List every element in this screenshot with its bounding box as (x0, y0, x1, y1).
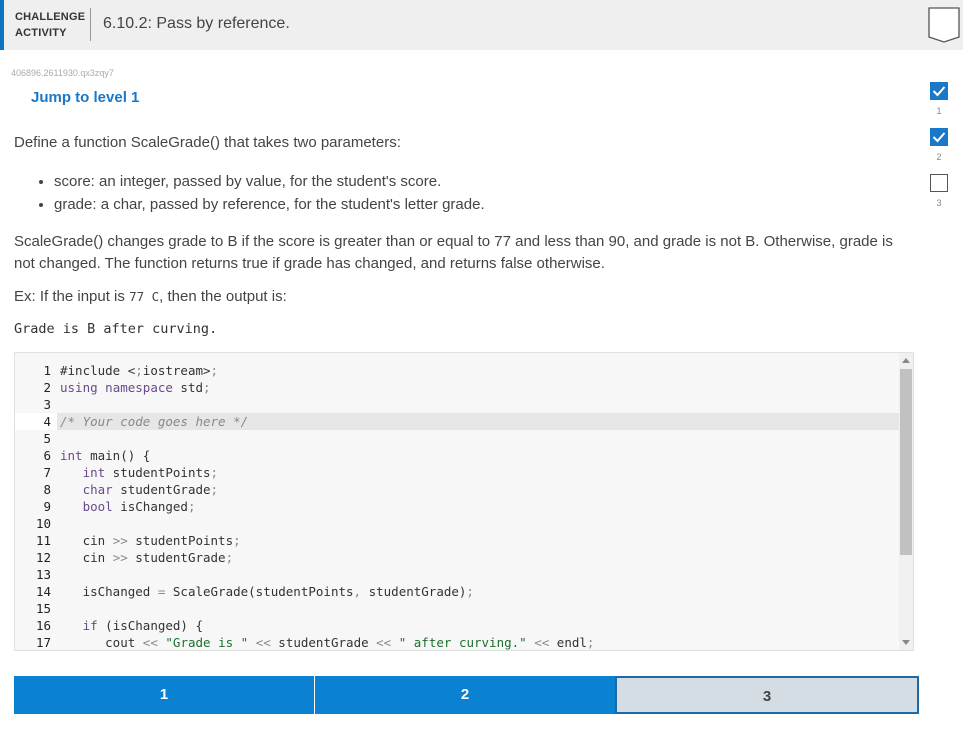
line-number: 13 (35, 567, 51, 582)
checkmark-icon[interactable] (930, 82, 948, 100)
header-divider (90, 8, 91, 41)
line-number: 11 (35, 533, 51, 548)
editor-scrollbar[interactable] (899, 353, 913, 650)
list-item: score: an integer, passed by value, for … (54, 170, 914, 193)
line-number: 15 (35, 601, 51, 616)
line-number: 5 (43, 431, 51, 446)
line-number: 17 (35, 635, 51, 650)
line-number: 14 (35, 584, 51, 599)
level-button-3[interactable]: 3 (615, 676, 919, 714)
code-line[interactable]: using namespace std; (60, 379, 211, 396)
line-number: 12 (35, 550, 51, 565)
activity-type-line2: ACTIVITY (15, 27, 67, 39)
activity-id-tag: 406896.2611930.qx3zqy7 (11, 68, 114, 78)
empty-checkbox-icon[interactable] (930, 174, 948, 192)
bookmark-icon[interactable] (928, 7, 960, 43)
jump-to-level-link[interactable]: Jump to level 1 (31, 89, 139, 106)
code-line[interactable]: int studentPoints; (60, 464, 218, 481)
code-line[interactable]: char studentGrade; (60, 481, 218, 498)
code-line[interactable]: cout << "Grade is " << studentGrade << "… (60, 634, 594, 650)
line-number: 1 (43, 363, 51, 378)
parameter-list: score: an integer, passed by value, for … (14, 170, 914, 216)
code-line[interactable]: cin >> studentGrade; (60, 549, 234, 566)
level-progress-number: 2 (936, 152, 942, 162)
example-prefix: Ex: If the input is (14, 288, 130, 305)
line-number: 3 (43, 397, 51, 412)
code-area[interactable]: #include <;iostream>; using namespace std… (57, 353, 899, 650)
level-progress-number: 3 (936, 198, 942, 208)
list-item: grade: a char, passed by reference, for … (54, 193, 914, 216)
prompt-description: ScaleGrade() changes grade to B if the s… (14, 233, 893, 272)
scrollbar-thumb[interactable] (900, 369, 912, 555)
line-number: 10 (35, 516, 51, 531)
line-number: 9 (43, 499, 51, 514)
code-line[interactable]: if (isChanged) { (60, 617, 203, 634)
line-number: 6 (43, 448, 51, 463)
example-suffix: , then the output is: (159, 288, 287, 305)
level-button-2[interactable]: 2 (315, 676, 615, 714)
code-line[interactable]: int main() { (60, 447, 150, 464)
line-number: 4 (43, 414, 51, 429)
scroll-down-icon[interactable] (902, 640, 910, 645)
checkmark-icon[interactable] (930, 128, 948, 146)
code-line[interactable]: isChanged = ScaleGrade(studentPoints, st… (60, 583, 474, 600)
level-button-1[interactable]: 1 (14, 676, 314, 714)
code-line[interactable]: bool isChanged; (60, 498, 196, 515)
code-line[interactable]: /* Your code goes here */ (60, 413, 248, 430)
example-input: 77 C (129, 289, 160, 304)
code-line[interactable]: cin >> studentPoints; (60, 532, 241, 549)
level-navigation: 123 (14, 676, 919, 714)
line-number: 8 (43, 482, 51, 497)
example-sentence: Ex: If the input is 77 C, then the outpu… (14, 286, 914, 308)
line-number: 7 (43, 465, 51, 480)
code-line[interactable]: #include <;iostream>; (60, 362, 218, 379)
activity-type-label: CHALLENGE ACTIVITY (15, 9, 85, 41)
activity-title: 6.10.2: Pass by reference. (103, 15, 290, 32)
line-number: 2 (43, 380, 51, 395)
header-accent-bar (0, 0, 4, 50)
scroll-up-icon[interactable] (902, 358, 910, 363)
prompt-intro: Define a function ScaleGrade() that take… (14, 134, 401, 151)
line-number-gutter: 1 2 3 4 5 6 7 8 9 10 11 12 13 14 15 16 17 (15, 353, 57, 650)
example-output: Grade is B after curving. (14, 321, 218, 337)
activity-type-line1: CHALLENGE (15, 11, 86, 23)
activity-header: CHALLENGE ACTIVITY 6.10.2: Pass by refer… (0, 0, 963, 50)
line-number: 16 (35, 618, 51, 633)
code-editor[interactable]: 1 2 3 4 5 6 7 8 9 10 11 12 13 14 15 16 17 #include <;ios… (14, 352, 914, 651)
level-progress-number: 1 (936, 106, 942, 116)
